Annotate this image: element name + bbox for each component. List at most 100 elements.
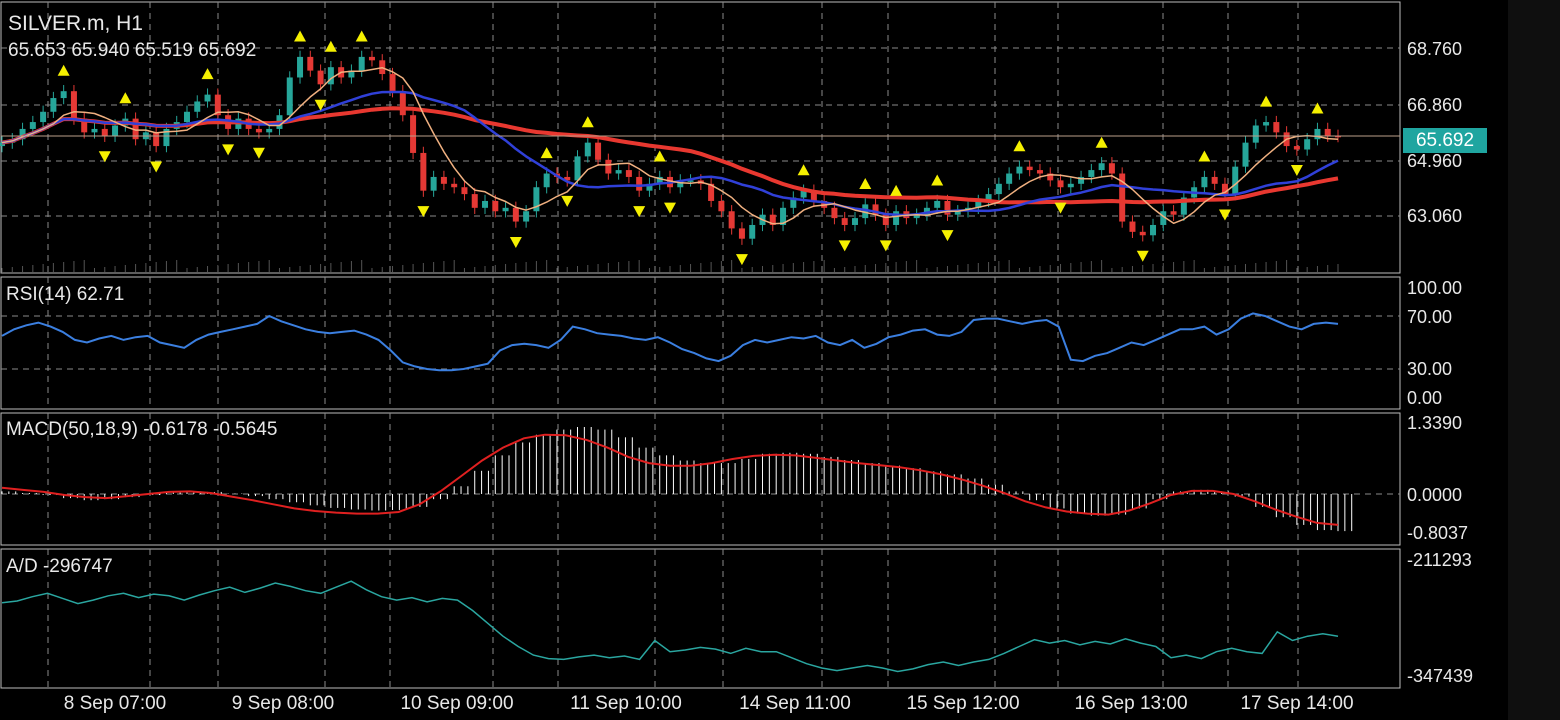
candle-body (471, 194, 478, 208)
candle-body (440, 176, 447, 184)
candle-body (1108, 163, 1115, 174)
candle-body (317, 70, 324, 85)
panel-frame (0, 548, 1401, 689)
candle-body (297, 56, 304, 78)
ad-label: A/D -296747 (6, 556, 113, 577)
fractal-up-arrow (201, 68, 214, 80)
candle-body (1314, 128, 1321, 140)
candle-body (204, 94, 211, 102)
candle-body (1129, 221, 1136, 232)
panel-frame (0, 276, 1401, 410)
candle-body (112, 125, 119, 136)
fractal-up-arrow (355, 30, 368, 42)
candle-body (29, 122, 36, 129)
candle-body (482, 200, 489, 208)
price-axis-tick: 68.760 (1407, 39, 1463, 59)
candle-body (1098, 163, 1105, 171)
candle-body (1170, 211, 1177, 215)
candle-body (749, 224, 756, 239)
fractal-down-arrow (1054, 202, 1067, 214)
candle-body (944, 200, 951, 215)
candle-body (1324, 128, 1331, 136)
candle-body (841, 218, 848, 225)
candle-body (543, 173, 550, 188)
price-axis-tick: 64.960 (1407, 151, 1463, 171)
candle-body (738, 228, 745, 239)
candle-body (718, 200, 725, 212)
candle-body (1036, 170, 1043, 174)
candle-body (574, 156, 581, 181)
fractal-up-arrow (1260, 95, 1273, 107)
fractal-up-arrow (890, 184, 903, 196)
candle-body (1232, 166, 1239, 195)
candle-body (1150, 224, 1157, 236)
candle-body (1067, 183, 1074, 188)
ad-axis-tick: -211293 (1407, 550, 1472, 570)
rsi-axis-tick: 0.00 (1407, 388, 1443, 408)
macd-axis-tick: 1.3390 (1407, 413, 1463, 433)
candle-body (430, 176, 437, 191)
current-price-label: 65.692 (1403, 128, 1487, 153)
candle-body (266, 128, 273, 133)
candle-body (1088, 170, 1095, 177)
candle-body (1293, 146, 1300, 150)
fractal-down-arrow (1290, 164, 1303, 176)
chart-canvas[interactable] (0, 0, 1560, 720)
candle-body (461, 187, 468, 195)
candle-body (636, 176, 643, 191)
fractal-up-arrow (653, 150, 666, 162)
candle-body (934, 200, 941, 208)
candle-body (183, 111, 190, 123)
fractal-up-arrow (57, 64, 70, 76)
candle-body (625, 170, 632, 177)
fractal-down-arrow (664, 202, 676, 214)
fractal-down-arrow (509, 236, 522, 248)
candle-body (307, 56, 314, 71)
fractal-up-arrow (1013, 140, 1026, 152)
candle-body (1006, 173, 1013, 184)
candle-body (1026, 166, 1033, 171)
candle-body (1139, 231, 1146, 236)
rsi-axis-tick: 30.00 (1407, 359, 1453, 379)
time-axis-tick: 10 Sep 09:00 (400, 693, 514, 714)
candle-body (605, 159, 612, 174)
candle-body (286, 77, 293, 116)
candle-body (502, 207, 509, 212)
candle-body (851, 218, 858, 225)
time-axis-tick: 15 Sep 12:00 (906, 693, 1020, 714)
macd-signal-line (1, 433, 1339, 526)
candle-body (492, 200, 499, 212)
time-axis-tick: 9 Sep 08:00 (231, 693, 335, 714)
fractal-down-arrow (735, 254, 748, 266)
fractal-up-arrow (324, 40, 337, 52)
macd-axis-tick: -0.8037 (1407, 523, 1469, 543)
fractal-up-arrow (859, 177, 872, 189)
fractal-down-arrow (879, 240, 892, 252)
candle-body (255, 128, 262, 133)
candle-body (410, 115, 417, 153)
candle-body (523, 211, 530, 222)
candle-body (389, 74, 396, 92)
candle-body (451, 183, 458, 188)
fractal-down-arrow (838, 240, 851, 252)
fractal-down-arrow (1136, 250, 1149, 262)
candle-body (595, 142, 602, 160)
candle-body (153, 132, 160, 147)
ad-line (1, 580, 1339, 673)
candle-body (1211, 176, 1218, 184)
time-axis-tick: 14 Sep 11:00 (739, 693, 851, 714)
candle-body (50, 98, 57, 112)
ma-mid-line (1, 90, 1339, 217)
macd-label: MACD(50,18,9) -0.6178 -0.5645 (6, 419, 278, 440)
price-axis-tick: 66.860 (1407, 95, 1463, 115)
candle-body (1242, 142, 1249, 167)
chart-symbol-title: SILVER.m, H1 (8, 12, 143, 35)
time-axis-tick: 16 Sep 13:00 (1074, 693, 1188, 714)
fractal-up-arrow (1198, 150, 1211, 162)
right-screen-edge (1508, 0, 1560, 720)
candle-body (584, 142, 591, 157)
fractal-down-arrow (561, 195, 574, 207)
rsi-axis-tick: 100.00 (1407, 278, 1463, 298)
rsi-line (1, 312, 1339, 372)
candle-body (831, 207, 838, 219)
